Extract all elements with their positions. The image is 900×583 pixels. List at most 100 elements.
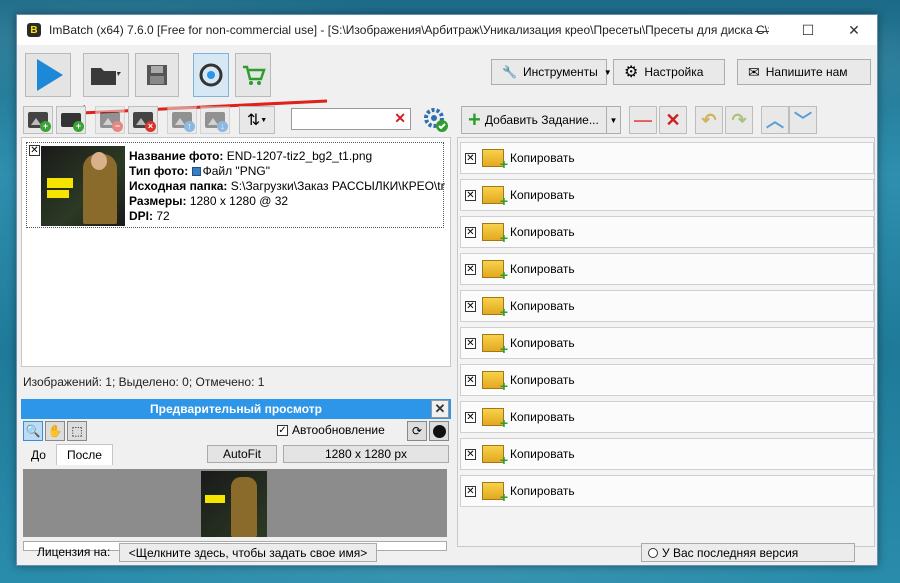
up-badge-icon: ↑ — [184, 121, 195, 132]
task-row[interactable]: ✕ Копировать — [460, 327, 874, 359]
task-row[interactable]: ✕ Копировать — [460, 253, 874, 285]
minimize-button[interactable]: — — [739, 15, 785, 45]
task-label: Копировать — [510, 447, 575, 461]
add-task-button[interactable]: + Добавить Задание... ▼ — [461, 106, 621, 134]
license-name-button[interactable]: <Щелкните здесь, чтобы задать свое имя> — [119, 543, 377, 562]
copy-task-icon — [482, 334, 508, 357]
task-row[interactable]: ✕ Копировать — [460, 364, 874, 396]
clear-images-button[interactable]: × — [128, 106, 158, 134]
task-checkbox[interactable]: ✕ — [465, 411, 476, 423]
wrench-icon: 🔧 — [502, 65, 517, 79]
autofit-button[interactable]: AutoFit — [207, 445, 277, 463]
maximize-button[interactable]: ☐ — [785, 15, 831, 45]
move-task-up-button[interactable]: ︿ — [761, 106, 789, 134]
tools-menu-button[interactable]: 🔧 Инструменты ▼ — [491, 59, 612, 85]
copy-task-icon — [482, 223, 508, 246]
size-value: 1280 x 1280 @ 32 — [189, 194, 289, 208]
images-toolbar: + + − × ↑ ↓ ⇅ ▼ ✕ — [21, 103, 451, 137]
task-row[interactable]: ✕ Копировать — [460, 438, 874, 470]
undo-button[interactable]: ↶ — [695, 106, 723, 134]
run-batch-button[interactable] — [25, 53, 71, 97]
tab-before[interactable]: До — [21, 445, 56, 465]
preview-toolbar: 🔍 ✋ ⬚ ✓ Автообновление ⟳ — [21, 419, 451, 443]
folder-label: Исходная папка: — [129, 179, 228, 193]
add-task-dropdown[interactable]: ▼ — [606, 107, 620, 133]
sort-button[interactable]: ⇅ ▼ — [239, 106, 275, 134]
hand-icon: ✋ — [47, 424, 63, 438]
contact-button[interactable]: ✉ Напишите нам — [737, 59, 871, 85]
task-row[interactable]: ✕ Копировать — [460, 142, 874, 174]
image-list[interactable]: ✕ Название фото: END-1207-tiz2_bg2_t1.pn… — [21, 137, 451, 367]
add-folder-button[interactable]: + — [56, 106, 86, 134]
task-label: Копировать — [510, 336, 575, 350]
preview-size-display[interactable]: 1280 x 1280 px — [283, 445, 449, 463]
open-preset-button[interactable] — [83, 53, 129, 97]
move-image-down-button[interactable]: ↓ — [200, 106, 230, 134]
tab-after[interactable]: После — [55, 444, 113, 465]
task-label: Копировать — [510, 484, 575, 498]
crop-tool-button[interactable]: ⬚ — [67, 421, 87, 441]
task-row[interactable]: ✕ Копировать — [460, 290, 874, 322]
crop-icon: ⬚ — [71, 424, 83, 438]
save-preset-button[interactable] — [135, 53, 179, 97]
images-panel: + + − × ↑ ↓ ⇅ ▼ ✕ ✕ Название фото: END-1… — [21, 103, 451, 551]
close-window-button[interactable]: ✕ — [831, 15, 877, 45]
task-checkbox[interactable]: ✕ — [465, 152, 476, 164]
zoom-tool-button[interactable]: 🔍 — [23, 421, 43, 441]
image-checkbox[interactable]: ✕ — [29, 145, 40, 156]
task-checkbox[interactable]: ✕ — [465, 226, 476, 238]
settings-button[interactable]: ⚙ Настройка — [613, 59, 725, 85]
toggle-preview-button[interactable] — [193, 53, 229, 97]
auto-update-checkbox[interactable]: ✓ — [277, 424, 288, 436]
version-status[interactable]: У Вас последняя версия — [641, 543, 855, 562]
delete-all-tasks-button[interactable]: ✕ — [659, 106, 687, 134]
image-settings-button[interactable] — [421, 105, 451, 135]
add-image-button[interactable]: + — [23, 106, 53, 134]
task-row[interactable]: ✕ Копировать — [460, 179, 874, 211]
preview-header: Предварительный просмотр ✕ — [21, 399, 451, 419]
copy-task-icon — [482, 260, 508, 283]
move-image-up-button[interactable]: ↑ — [167, 106, 197, 134]
envelope-icon: ✉ — [748, 63, 760, 80]
move-task-down-button[interactable]: ﹀ — [789, 106, 817, 134]
size-label: Размеры: — [129, 194, 187, 208]
task-checkbox[interactable]: ✕ — [465, 485, 476, 497]
preview-panel: Предварительный просмотр ✕ 🔍 ✋ ⬚ ✓ Автоо… — [21, 399, 451, 551]
dropdown-arrow-icon: ▼ — [260, 116, 268, 124]
filter-input[interactable]: ✕ — [291, 108, 411, 130]
task-checkbox[interactable]: ✕ — [465, 374, 476, 386]
task-row[interactable]: ✕ Копировать — [460, 475, 874, 507]
task-row[interactable]: ✕ Копировать — [460, 216, 874, 248]
redo-button[interactable]: ↷ — [725, 106, 753, 134]
preview-canvas[interactable] — [23, 469, 447, 537]
remove-image-button[interactable]: − — [95, 106, 125, 134]
copy-task-icon — [482, 482, 508, 505]
name-label: Название фото: — [129, 149, 224, 163]
preview-tabs: До После AutoFit 1280 x 1280 px — [21, 443, 451, 465]
plus-badge-icon: + — [40, 121, 51, 132]
file-type-icon — [191, 167, 201, 177]
image-item[interactable]: ✕ Название фото: END-1207-tiz2_bg2_t1.pn… — [26, 142, 445, 228]
refresh-icon: ⟳ — [411, 424, 423, 438]
cart-icon — [243, 65, 266, 85]
hand-tool-button[interactable]: ✋ — [45, 421, 65, 441]
tasks-toolbar: + Добавить Задание... ▼ — ✕ ↶ ↷ ︿ ﹀ — [457, 103, 875, 137]
play-icon — [37, 59, 63, 91]
status-circle-icon — [648, 547, 658, 558]
zoom-icon: 🔍 — [25, 424, 41, 438]
background-color-button[interactable] — [429, 421, 449, 441]
folder-open-icon — [91, 68, 121, 85]
close-preview-button[interactable]: ✕ — [431, 400, 449, 418]
auto-update-toggle[interactable]: ✓ Автообновление — [277, 423, 385, 437]
task-checkbox[interactable]: ✕ — [465, 337, 476, 349]
buy-button[interactable] — [235, 53, 271, 97]
task-checkbox[interactable]: ✕ — [465, 300, 476, 312]
refresh-preview-button[interactable]: ⟳ — [407, 421, 427, 441]
task-checkbox[interactable]: ✕ — [465, 448, 476, 460]
task-checkbox[interactable]: ✕ — [465, 263, 476, 275]
clear-filter-icon[interactable]: ✕ — [394, 110, 406, 127]
task-list[interactable]: ✕ Копировать ✕ Копировать ✕ Копировать ✕… — [457, 137, 875, 547]
task-row[interactable]: ✕ Копировать — [460, 401, 874, 433]
task-checkbox[interactable]: ✕ — [465, 189, 476, 201]
remove-task-button[interactable]: — — [629, 106, 657, 134]
